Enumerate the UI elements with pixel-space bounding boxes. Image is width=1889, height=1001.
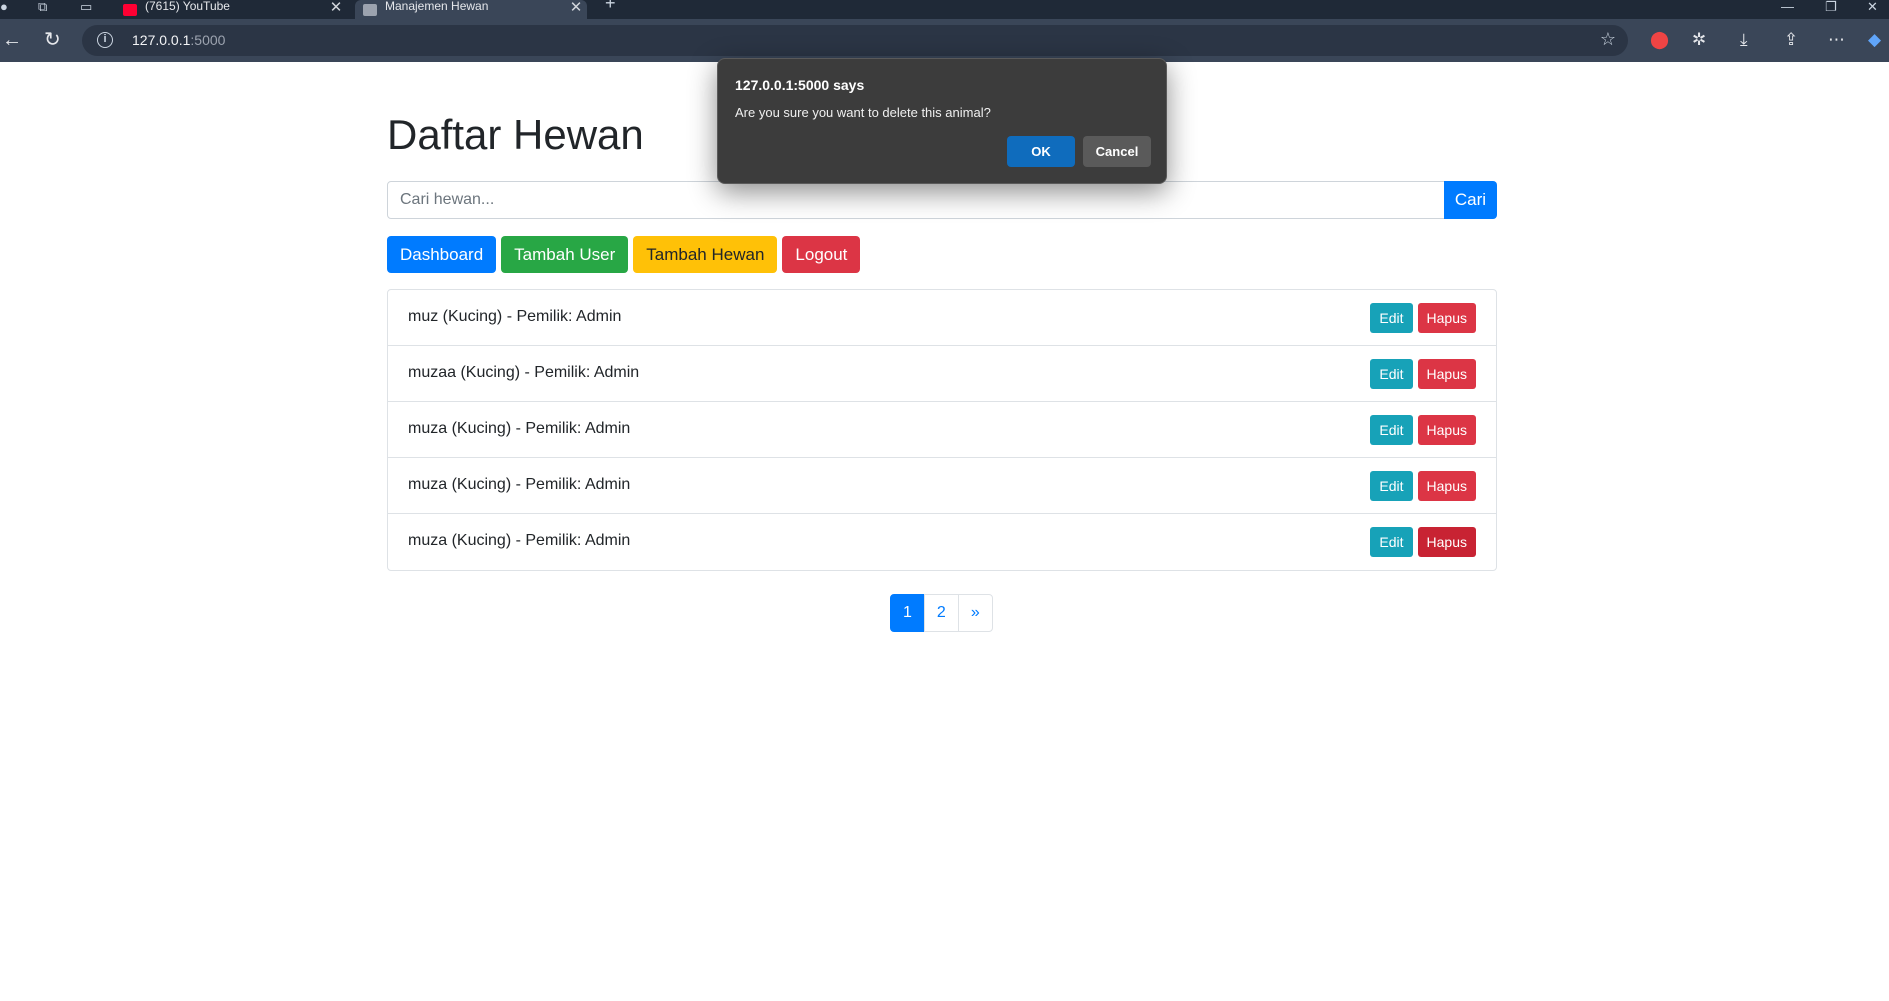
list-item: muza (Kucing) - Pemilik: Admin Edit Hapu… — [388, 514, 1496, 570]
site-info-icon[interactable]: i — [97, 32, 113, 48]
new-tab-icon[interactable]: + — [605, 0, 616, 12]
copilot-icon[interactable]: ◆ — [1868, 30, 1881, 50]
tab-title: (7615) YouTube — [145, 0, 230, 13]
logout-button[interactable]: Logout — [782, 236, 861, 273]
cancel-button[interactable]: Cancel — [1083, 136, 1151, 167]
restore-icon[interactable]: ❐ — [1825, 0, 1837, 14]
animal-list: muz (Kucing) - Pemilik: Admin Edit Hapus… — [387, 289, 1497, 571]
dialog-message: Are you sure you want to delete this ani… — [735, 105, 991, 120]
list-item: muzaa (Kucing) - Pemilik: Admin Edit Hap… — [388, 346, 1496, 402]
animal-label: muza (Kucing) - Pemilik: Admin — [408, 476, 631, 493]
dialog-title: 127.0.0.1:5000 says — [735, 77, 865, 93]
edit-button[interactable]: Edit — [1370, 527, 1413, 557]
dashboard-button[interactable]: Dashboard — [387, 236, 497, 273]
edit-button[interactable]: Edit — [1370, 415, 1413, 445]
close-tab-icon[interactable]: ✕ — [325, 0, 347, 16]
search-input[interactable] — [387, 181, 1445, 219]
back-arrow-icon[interactable]: ← — [2, 29, 22, 51]
more-icon[interactable]: ⋯ — [1828, 30, 1845, 50]
address-bar[interactable]: i 127.0.0.1:5000 ☆ — [82, 25, 1628, 56]
browser-toolbar: ← ↻ i 127.0.0.1:5000 ☆ ⬤ ✲ ⤓ ⇪ ⋯ ◆ — [0, 19, 1889, 62]
delete-button[interactable]: Hapus — [1417, 527, 1476, 557]
share-icon[interactable]: ⇪ — [1784, 30, 1798, 50]
next-page-link[interactable]: » — [957, 594, 993, 632]
page-link-2[interactable]: 2 — [923, 594, 959, 632]
list-item: muza (Kucing) - Pemilik: Admin Edit Hapu… — [388, 458, 1496, 514]
animal-label: muzaa (Kucing) - Pemilik: Admin — [408, 364, 640, 381]
list-item: muza (Kucing) - Pemilik: Admin Edit Hapu… — [388, 402, 1496, 458]
workspaces-icon[interactable]: ⧉ — [38, 0, 47, 14]
tab-title: Manajemen Hewan — [385, 0, 489, 13]
download-icon[interactable]: ⤓ — [1740, 30, 1748, 50]
delete-button[interactable]: Hapus — [1417, 415, 1476, 445]
animal-label: muza (Kucing) - Pemilik: Admin — [408, 532, 631, 549]
tab-manajemen-hewan[interactable]: Manajemen Hewan ✕ — [355, 0, 587, 19]
search-button[interactable]: Cari — [1444, 181, 1497, 219]
page-title: Daftar Hewan — [387, 111, 644, 158]
edit-button[interactable]: Edit — [1370, 303, 1413, 333]
ok-button[interactable]: OK — [1007, 136, 1075, 167]
puzzle-icon[interactable]: ✲ — [1692, 30, 1706, 50]
minimize-icon[interactable]: — — [1781, 0, 1794, 14]
browser-tab-bar: ● ⧉ ▭ (7615) YouTube ✕ Manajemen Hewan ✕… — [0, 0, 1889, 19]
add-animal-button[interactable]: Tambah Hewan — [633, 236, 778, 273]
delete-button[interactable]: Hapus — [1417, 303, 1476, 333]
profile-icon[interactable]: ● — [0, 0, 8, 14]
add-user-button[interactable]: Tambah User — [501, 236, 629, 273]
list-item: muz (Kucing) - Pemilik: Admin Edit Hapus — [388, 290, 1496, 346]
refresh-icon[interactable]: ↻ — [44, 29, 61, 51]
edit-button[interactable]: Edit — [1370, 359, 1413, 389]
delete-button[interactable]: Hapus — [1417, 359, 1476, 389]
pagination: 1 2 » — [890, 594, 993, 632]
edit-button[interactable]: Edit — [1370, 471, 1413, 501]
close-tab-icon[interactable]: ✕ — [565, 0, 587, 16]
url-port: :5000 — [190, 32, 226, 48]
delete-button[interactable]: Hapus — [1417, 471, 1476, 501]
url-host: 127.0.0.1 — [132, 32, 191, 48]
action-button-row: Dashboard Tambah User Tambah Hewan Logou… — [387, 236, 865, 273]
star-icon[interactable]: ☆ — [1600, 29, 1616, 50]
page-link-1[interactable]: 1 — [890, 594, 925, 632]
confirm-dialog: 127.0.0.1:5000 says Are you sure you wan… — [717, 58, 1167, 184]
url-text[interactable]: 127.0.0.1:5000 — [132, 32, 225, 48]
animal-label: muz (Kucing) - Pemilik: Admin — [408, 308, 622, 325]
adblock-icon[interactable]: ⬤ — [1650, 30, 1669, 50]
youtube-favicon-icon — [123, 3, 137, 16]
vertical-tabs-icon[interactable]: ▭ — [80, 0, 92, 14]
tab-youtube[interactable]: (7615) YouTube ✕ — [115, 0, 347, 19]
animal-label: muza (Kucing) - Pemilik: Admin — [408, 420, 631, 437]
close-window-icon[interactable]: ✕ — [1867, 0, 1878, 14]
page-favicon-icon — [363, 3, 377, 16]
